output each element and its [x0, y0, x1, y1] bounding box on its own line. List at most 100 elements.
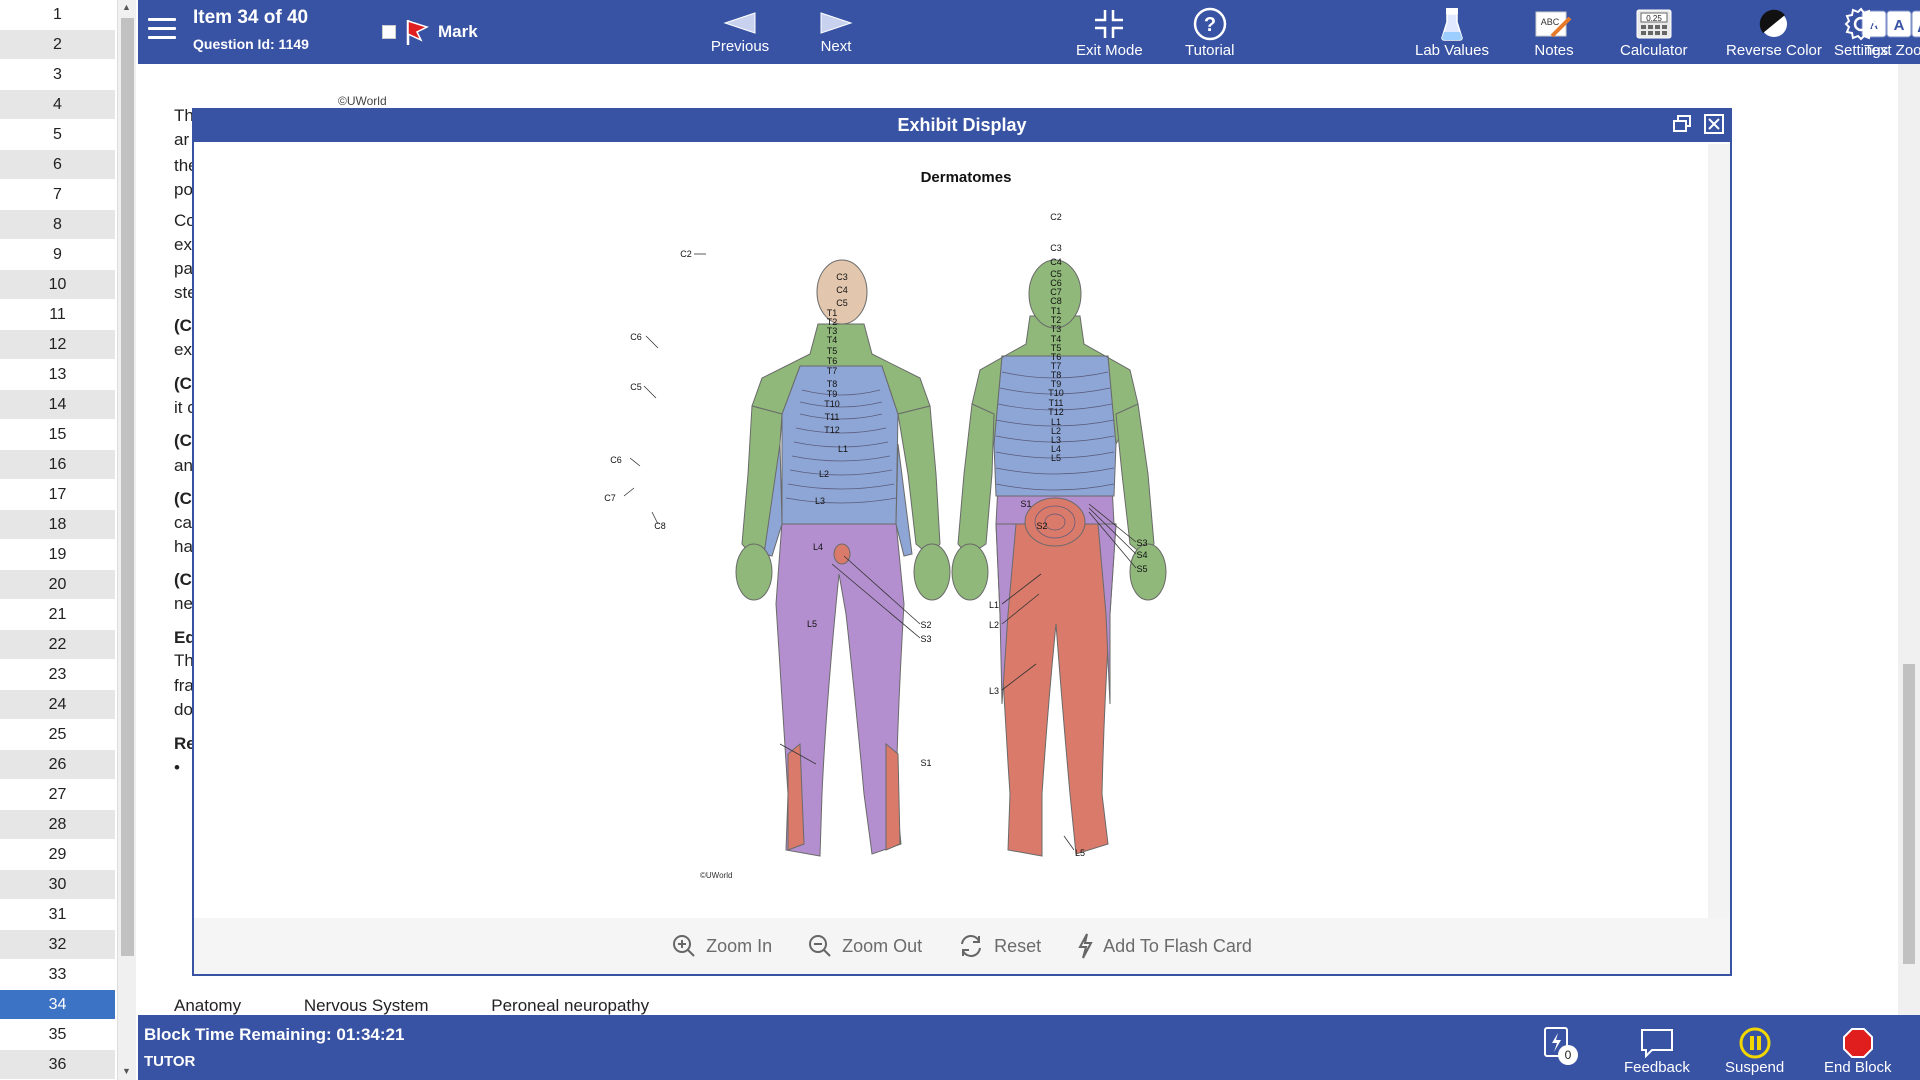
add-flash-card-label: Add To Flash Card — [1103, 935, 1252, 956]
scrollbar-thumb[interactable] — [121, 18, 134, 956]
block-timer: Block Time Remaining: 01:34:21 — [144, 1025, 405, 1044]
question-item[interactable]: 34 — [0, 990, 115, 1020]
question-item[interactable]: 8 — [0, 210, 115, 240]
calculator-button[interactable]: 0.25 Calculator — [1620, 6, 1688, 59]
question-item[interactable]: 12 — [0, 330, 115, 360]
question-item[interactable]: 24 — [0, 690, 115, 720]
explanation-text-fragment: ar — [174, 130, 190, 149]
question-item[interactable]: 7 — [0, 180, 115, 210]
content-scrollbar-thumb[interactable] — [1903, 664, 1915, 964]
svg-text:L4: L4 — [813, 542, 823, 552]
question-item[interactable]: 2 — [0, 30, 115, 60]
content-scrollbar[interactable] — [1898, 64, 1920, 1015]
svg-text:C2: C2 — [680, 249, 692, 259]
notes-button[interactable]: ABC Notes — [1534, 6, 1574, 59]
question-item[interactable]: 13 — [0, 360, 115, 390]
question-item[interactable]: 22 — [0, 630, 115, 660]
exhibit-toolbar: Zoom In Zoom Out Reset Add To Flash Card — [194, 918, 1730, 974]
notes-label: Notes — [1534, 42, 1574, 59]
question-item[interactable]: 35 — [0, 1020, 115, 1050]
subject-tags: Anatomy Nervous System Peroneal neuropat… — [174, 996, 707, 1016]
settings-button[interactable]: Settings — [1834, 6, 1888, 59]
add-flash-card-button[interactable]: Add To Flash Card — [1077, 933, 1252, 959]
question-item[interactable]: 25 — [0, 720, 115, 750]
question-item[interactable]: 23 — [0, 660, 115, 690]
end-block-button[interactable]: End Block — [1824, 1027, 1892, 1076]
question-item[interactable]: 9 — [0, 240, 115, 270]
question-item[interactable]: 18 — [0, 510, 115, 540]
exhibit-scrollbar[interactable] — [1708, 144, 1730, 918]
svg-text:L2: L2 — [819, 469, 829, 479]
svg-text:L3: L3 — [815, 496, 825, 506]
mark-button[interactable]: Mark — [382, 18, 478, 46]
feedback-button[interactable]: Feedback — [1624, 1027, 1690, 1076]
svg-text:C2: C2 — [1050, 212, 1062, 222]
zoom-in-button[interactable]: Zoom In — [672, 934, 772, 958]
question-item[interactable]: 4 — [0, 90, 115, 120]
restore-window-icon[interactable] — [1672, 114, 1692, 134]
question-item[interactable]: 15 — [0, 420, 115, 450]
svg-text:T8: T8 — [827, 379, 838, 389]
reverse-color-button[interactable]: Reverse Color — [1726, 6, 1822, 59]
question-item[interactable]: 32 — [0, 930, 115, 960]
tutorial-label: Tutorial — [1185, 42, 1235, 59]
reset-button[interactable]: Reset — [958, 934, 1041, 958]
question-list-scrollbar[interactable]: ▲ ▼ — [117, 0, 136, 1080]
question-item[interactable]: 26 — [0, 750, 115, 780]
next-button[interactable]: Next — [791, 8, 881, 55]
svg-text:L3: L3 — [989, 686, 999, 696]
suspend-button[interactable]: Suspend — [1725, 1027, 1784, 1076]
question-item[interactable]: 36 — [0, 1050, 115, 1080]
close-icon[interactable] — [1704, 114, 1724, 134]
reset-icon — [961, 935, 982, 957]
question-item[interactable]: 29 — [0, 840, 115, 870]
svg-text:T4: T4 — [827, 335, 838, 345]
question-circle-icon: ? — [1193, 7, 1226, 41]
question-item[interactable]: 28 — [0, 810, 115, 840]
explanation-text-fragment: (C — [174, 489, 192, 508]
mode-label: TUTOR — [144, 1053, 196, 1070]
explanation-text-fragment: ex — [174, 235, 192, 254]
question-item[interactable]: 30 — [0, 870, 115, 900]
question-item[interactable]: 33 — [0, 960, 115, 990]
question-item[interactable]: 10 — [0, 270, 115, 300]
question-item[interactable]: 5 — [0, 120, 115, 150]
question-item[interactable]: 11 — [0, 300, 115, 330]
lightning-icon — [1078, 933, 1093, 959]
question-item[interactable]: 31 — [0, 900, 115, 930]
question-item[interactable]: 16 — [0, 450, 115, 480]
lab-values-button[interactable]: Lab Values — [1415, 6, 1489, 59]
tutorial-button[interactable]: ? Tutorial — [1185, 6, 1234, 59]
question-item[interactable]: 21 — [0, 600, 115, 630]
copyright-top: ©UWorld — [338, 94, 387, 108]
question-item[interactable]: 19 — [0, 540, 115, 570]
exhibit-title-bar[interactable]: Exhibit Display — [194, 110, 1730, 142]
reset-label: Reset — [994, 935, 1042, 956]
question-item[interactable]: 1 — [0, 0, 115, 30]
question-item[interactable]: 27 — [0, 780, 115, 810]
calculator-label: Calculator — [1620, 42, 1688, 59]
question-item[interactable]: 3 — [0, 60, 115, 90]
svg-text:T12: T12 — [1048, 407, 1064, 417]
svg-text:ABC: ABC — [1541, 17, 1560, 27]
question-item[interactable]: 6 — [0, 150, 115, 180]
exit-mode-button[interactable]: Exit Mode — [1076, 6, 1143, 59]
explanation-text-fragment: (C — [174, 570, 192, 589]
mark-checkbox[interactable] — [382, 25, 396, 39]
svg-text:C3: C3 — [836, 272, 848, 282]
scroll-down-icon[interactable]: ▼ — [122, 1066, 131, 1076]
zoom-out-button[interactable]: Zoom Out — [808, 934, 922, 958]
svg-text:C4: C4 — [1050, 257, 1062, 267]
flag-icon — [406, 19, 429, 45]
scroll-up-icon[interactable]: ▲ — [122, 2, 131, 12]
question-item[interactable]: 20 — [0, 570, 115, 600]
menu-icon[interactable] — [148, 18, 176, 42]
svg-text:0.25: 0.25 — [1646, 14, 1662, 23]
calculator-icon: 0.25 — [1636, 9, 1672, 39]
previous-button[interactable]: Previous — [695, 8, 785, 55]
question-item[interactable]: 17 — [0, 480, 115, 510]
svg-text:T10: T10 — [824, 399, 840, 409]
flash-cards-button[interactable]: 0 — [1542, 1027, 1578, 1065]
exhibit-image-area[interactable]: Dermatomes C2 C3 C4 C5 T1 T2 T3 T4 T5 T6… — [196, 144, 1708, 918]
question-item[interactable]: 14 — [0, 390, 115, 420]
